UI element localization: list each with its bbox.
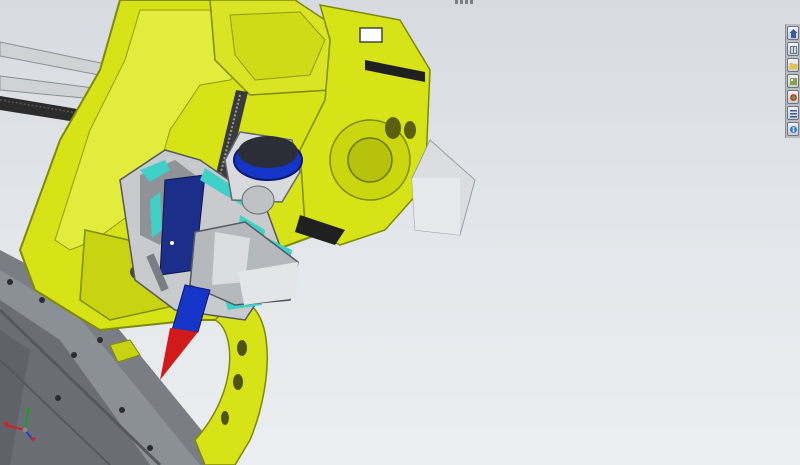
cad-model-scene[interactable] [0,0,800,465]
view-palette-icon[interactable] [787,74,799,88]
graphics-viewport[interactable] [0,0,800,465]
folder-icon[interactable] [787,58,799,72]
resources-icon[interactable] [787,122,799,136]
extruder-carriage [119,131,303,380]
home-icon[interactable] [787,26,799,40]
parts-library-icon[interactable] [787,42,799,56]
appearances-icon[interactable] [787,90,799,104]
task-pane-tabs [785,24,800,138]
custom-properties-icon[interactable] [787,106,799,120]
